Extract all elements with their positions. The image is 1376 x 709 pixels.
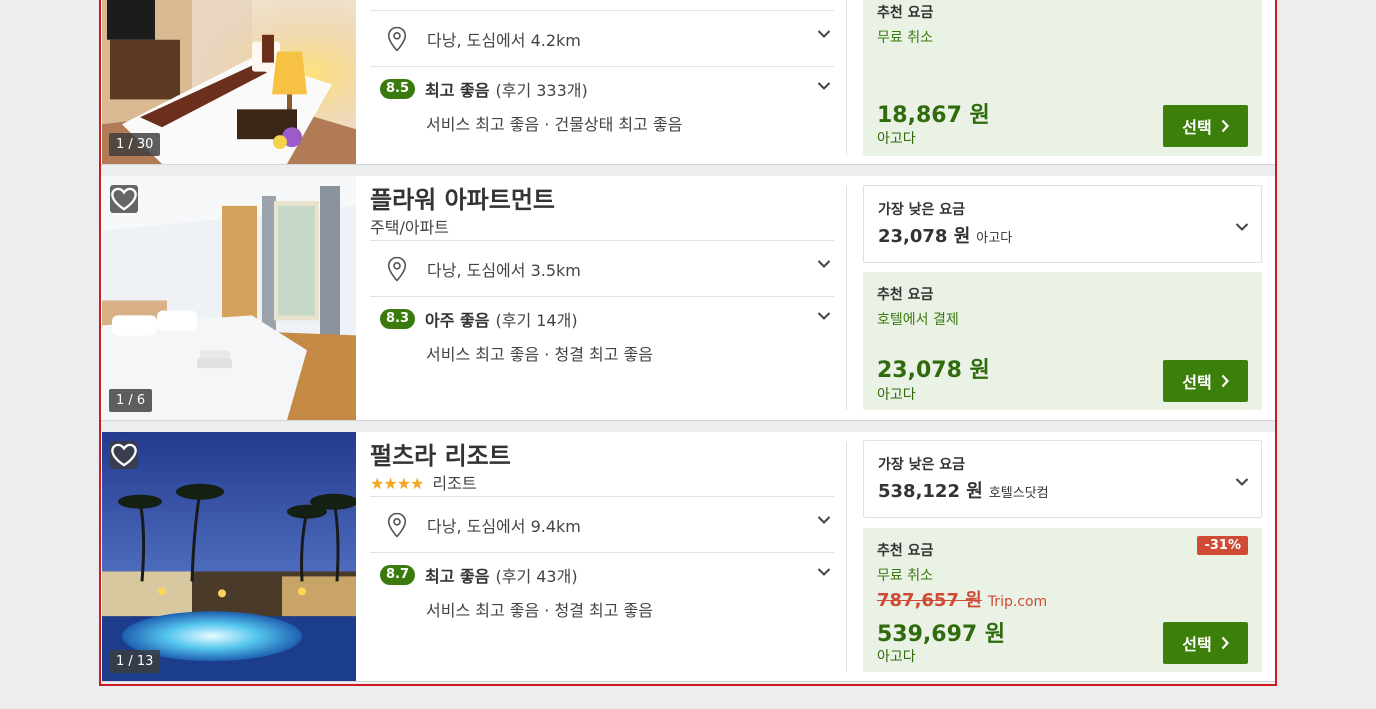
photo-counter: 1 / 13	[109, 650, 161, 673]
cancellation-policy: 무료 취소	[877, 568, 933, 584]
review-row[interactable]: 8.5 최고 좋음 (후기 333개) 서비스 최고 좋음 · 건물상태 최고 …	[370, 66, 834, 162]
original-price: 787,657 원 Trip.com	[877, 586, 1047, 612]
chevron-down-icon	[1235, 478, 1249, 486]
favorite-button[interactable]	[110, 185, 138, 213]
hotel-photo[interactable]: 1 / 13	[102, 432, 356, 681]
location-text: 다낭, 도심에서 9.4km	[427, 516, 581, 536]
recommended-vendor: 아고다	[877, 387, 916, 403]
review-score-badge: 8.5	[380, 79, 416, 99]
recommended-vendor: 아고다	[877, 131, 916, 147]
chevron-down-icon	[817, 82, 831, 90]
photo-counter: 1 / 30	[109, 133, 161, 156]
discount-badge: -31%	[1197, 536, 1248, 555]
review-row[interactable]: 8.3 아주 좋음 (후기 14개) 서비스 최고 좋음 · 청결 최고 좋음	[370, 296, 834, 392]
recommended-rate-box: 추천 요금 호텔에서 결제 23,078 원 아고다 선택	[863, 272, 1262, 410]
lowest-price-label: 가장 낮은 요금	[878, 457, 966, 473]
recommended-label: 추천 요금	[877, 287, 934, 303]
star-rating: ★★★★	[370, 474, 424, 493]
chevron-down-icon	[817, 260, 831, 268]
recommended-price: 18,867 원	[877, 103, 990, 128]
lowest-price-amount: 23,078 원	[878, 226, 971, 247]
lowest-price-vendor: 호텔스닷컴	[988, 486, 1049, 501]
property-type: 리조트	[432, 474, 477, 493]
heart-icon	[111, 443, 137, 467]
favorite-button[interactable]	[110, 441, 138, 469]
select-button-label: 선택	[1182, 373, 1212, 392]
review-detail: 서비스 최고 좋음 · 청결 최고 좋음	[426, 601, 653, 620]
hotel-card[interactable]: 1 / 13 펄츠라 리조트 ★★★★ 리조트 다낭, 도심에서 9.4km 8…	[101, 432, 1275, 682]
cancellation-policy: 무료 취소	[877, 30, 933, 46]
location-pin-icon	[387, 26, 407, 52]
review-detail: 서비스 최고 좋음 · 청결 최고 좋음	[426, 345, 653, 364]
recommended-price: 23,078 원	[877, 358, 990, 383]
location-pin-icon	[387, 256, 407, 282]
lowest-price: 23,078 원 아고다	[878, 222, 1012, 248]
location-pin-icon	[387, 512, 407, 538]
chevron-down-icon	[817, 568, 831, 576]
lowest-price-amount: 538,122 원	[878, 481, 983, 502]
select-button[interactable]: 선택	[1163, 360, 1248, 402]
recommended-rate-box: 추천 요금 -31% 무료 취소 787,657 원 Trip.com 539,…	[863, 528, 1262, 672]
review-label: 최고 좋음	[425, 81, 490, 100]
location-row[interactable]: 다낭, 도심에서 9.4km	[370, 496, 834, 552]
review-row[interactable]: 8.7 최고 좋음 (후기 43개) 서비스 최고 좋음 · 청결 최고 좋음	[370, 552, 834, 648]
review-label: 아주 좋음	[425, 311, 490, 330]
hotel-photo[interactable]: 1 / 6	[102, 176, 356, 420]
review-detail: 서비스 최고 좋음 · 건물상태 최고 좋음	[426, 115, 683, 134]
divider	[846, 0, 847, 155]
recommended-label: 추천 요금	[877, 5, 934, 21]
lowest-price-box[interactable]: 가장 낮은 요금 23,078 원 아고다	[863, 185, 1262, 263]
hotel-name[interactable]: 펄츠라 리조트	[370, 440, 834, 472]
chevron-down-icon	[1235, 223, 1249, 231]
select-button[interactable]: 선택	[1163, 622, 1248, 664]
lowest-price-vendor: 아고다	[976, 231, 1013, 246]
recommended-label: 추천 요금	[877, 543, 934, 559]
payment-policy: 호텔에서 결제	[877, 312, 959, 328]
original-price-amount: 787,657 원	[877, 590, 982, 611]
recommended-price: 539,697 원	[877, 622, 1006, 647]
location-text: 다낭, 도심에서 3.5km	[427, 260, 581, 280]
location-row[interactable]: 다낭, 도심에서 3.5km	[370, 240, 834, 296]
review-score-badge: 8.7	[380, 565, 416, 585]
divider	[846, 186, 847, 410]
chevron-down-icon	[817, 30, 831, 38]
chevron-right-icon	[1221, 636, 1229, 650]
hotel-card[interactable]: 1 / 30 다낭, 도심에서 4.2km 8.5 최고 좋음 (후기 333개…	[101, 0, 1275, 165]
divider	[846, 442, 847, 672]
select-button-label: 선택	[1182, 635, 1212, 654]
review-score-badge: 8.3	[380, 309, 416, 329]
chevron-down-icon	[817, 312, 831, 320]
review-count: (후기 43개)	[495, 567, 578, 586]
review-count: (후기 14개)	[495, 311, 578, 330]
location-text: 다낭, 도심에서 4.2km	[427, 30, 581, 50]
heart-icon	[111, 187, 137, 211]
recommended-vendor: 아고다	[877, 649, 916, 665]
hotel-photo[interactable]: 1 / 30	[102, 0, 356, 164]
select-button[interactable]: 선택	[1163, 105, 1248, 147]
location-row[interactable]: 다낭, 도심에서 4.2km	[370, 10, 834, 66]
lowest-price-label: 가장 낮은 요금	[878, 202, 966, 218]
lowest-price-box[interactable]: 가장 낮은 요금 538,122 원 호텔스닷컴	[863, 440, 1262, 518]
lowest-price: 538,122 원 호텔스닷컴	[878, 477, 1049, 503]
review-count: (후기 333개)	[495, 81, 588, 100]
recommended-rate-box: 추천 요금 무료 취소 18,867 원 아고다 선택	[863, 0, 1262, 156]
property-type: 주택/아파트	[370, 218, 449, 237]
hotel-name[interactable]: 플라워 아파트먼트	[370, 184, 834, 216]
select-button-label: 선택	[1182, 118, 1212, 137]
chevron-right-icon	[1221, 119, 1229, 133]
chevron-down-icon	[817, 516, 831, 524]
review-label: 최고 좋음	[425, 567, 490, 586]
chevron-right-icon	[1221, 374, 1229, 388]
hotel-card[interactable]: 1 / 6 플라워 아파트먼트 주택/아파트 다낭, 도심에서 3.5km 8.…	[101, 176, 1275, 421]
original-price-vendor: Trip.com	[987, 594, 1048, 610]
photo-counter: 1 / 6	[109, 389, 153, 412]
